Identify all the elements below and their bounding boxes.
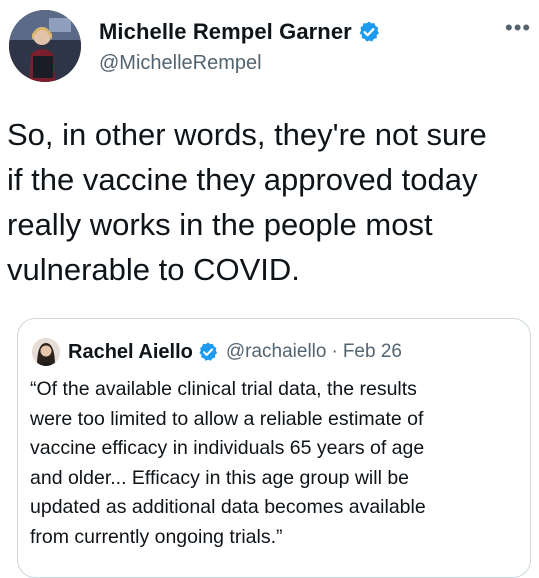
quoted-tweet-date[interactable]: Feb 26 (343, 341, 402, 363)
author-handle[interactable]: @MichelleRempel (99, 52, 262, 75)
quoted-author-avatar (32, 338, 60, 366)
tweet-card[interactable]: Michelle Rempel Garner @MichelleRempel •… (0, 0, 539, 578)
verified-badge-icon (357, 20, 381, 44)
quoted-author-name[interactable]: Rachel Aiello (68, 341, 193, 364)
author-avatar[interactable] (9, 10, 81, 82)
quoted-tweet[interactable]: Rachel Aiello @rachaiello · Feb 26 “Of t… (17, 318, 531, 578)
avatar-photo (9, 10, 81, 82)
quoted-tweet-text: “Of the available clinical trial data, t… (30, 378, 426, 548)
author-display-name[interactable]: Michelle Rempel Garner (99, 19, 352, 45)
quoted-author-handle[interactable]: @rachaiello (226, 341, 327, 363)
separator-dot: · (331, 341, 338, 362)
verified-badge-icon (197, 341, 219, 363)
tweet-text: So, in other words, they're not sure if … (7, 117, 487, 287)
more-options-icon[interactable]: ••• (505, 17, 533, 39)
